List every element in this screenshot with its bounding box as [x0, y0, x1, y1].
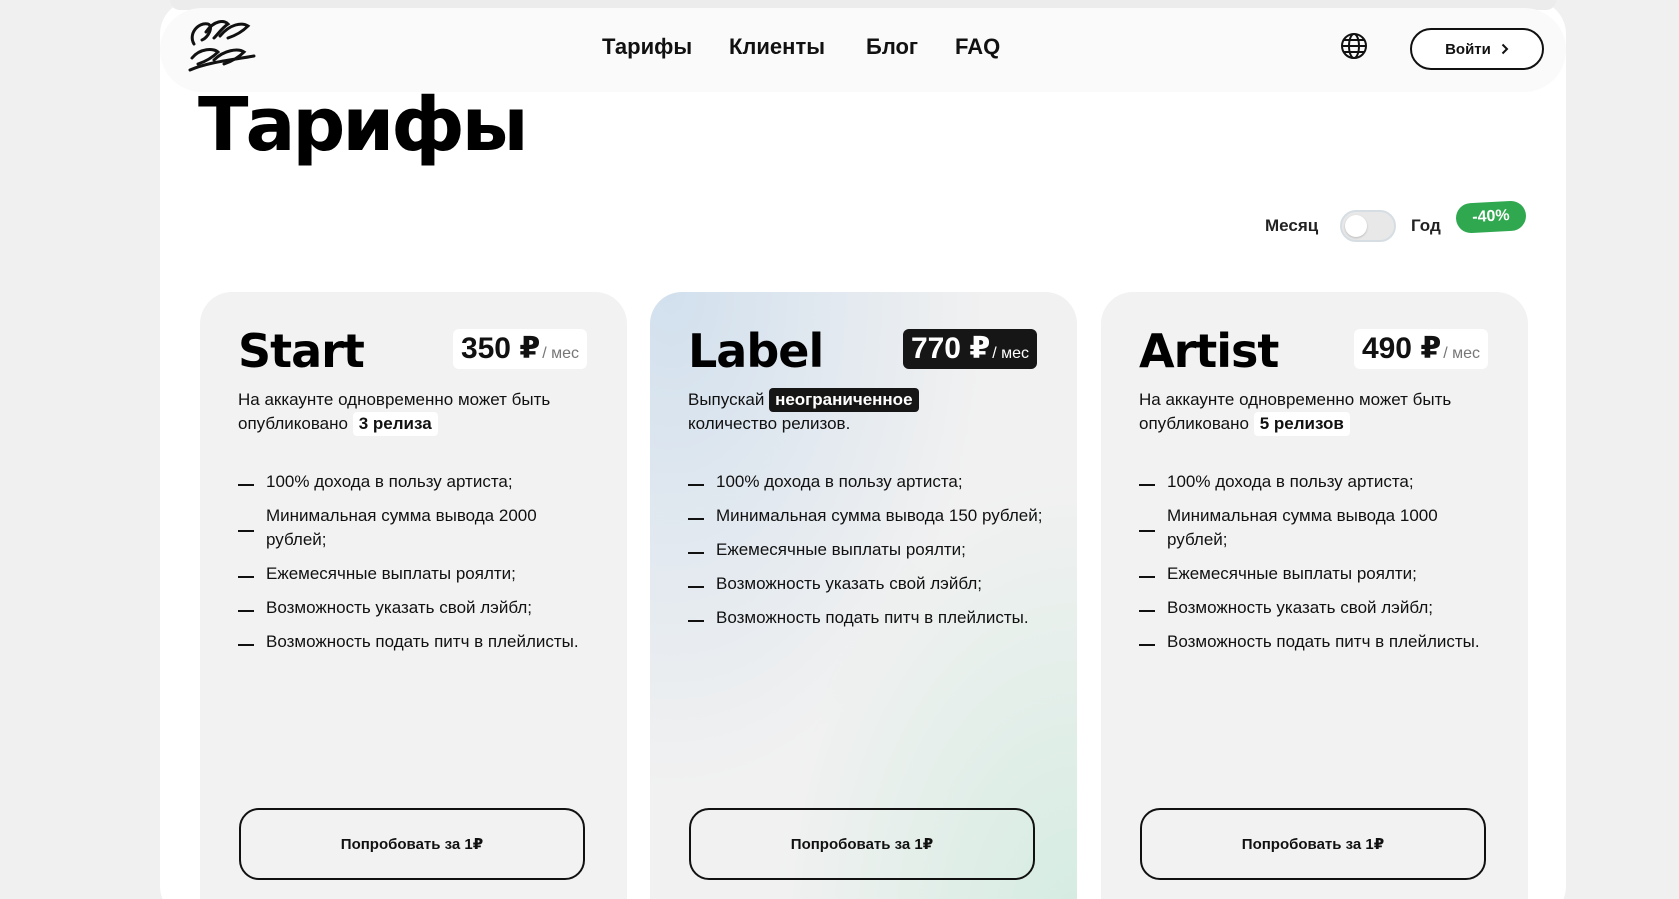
- nav-item-blog[interactable]: Блог: [866, 34, 918, 60]
- feature-list: 100% дохода в пользу артиста; Минимальна…: [688, 470, 1048, 640]
- price-period: / мес: [992, 345, 1029, 362]
- dash-icon: [1139, 484, 1155, 486]
- try-button-artist[interactable]: Попробовать за 1₽: [1140, 808, 1486, 880]
- dash-icon: [688, 518, 704, 520]
- chevron-right-icon: [1501, 43, 1509, 55]
- feature-text: Возможность подать питч в плейлисты.: [1167, 632, 1480, 651]
- feature-text: Минимальная сумма вывода 150 рублей;: [716, 506, 1043, 525]
- try-button-label[interactable]: Попробовать за 1₽: [689, 808, 1035, 880]
- dash-icon: [1139, 530, 1155, 532]
- feature-text: 100% дохода в пользу артиста;: [1167, 472, 1414, 491]
- year-label[interactable]: Год: [1411, 216, 1441, 236]
- try-button-start[interactable]: Попробовать за 1₽: [239, 808, 585, 880]
- dash-icon: [1139, 610, 1155, 612]
- dash-icon: [238, 644, 254, 646]
- feature-text: Возможность указать свой лэйбл;: [716, 574, 982, 593]
- dash-icon: [1139, 576, 1155, 578]
- desc-text: Выпускай: [688, 390, 765, 409]
- nav-item-faq[interactable]: FAQ: [955, 34, 1000, 60]
- feature-item: Возможность указать свой лэйбл;: [1139, 596, 1499, 620]
- month-label[interactable]: Месяц: [1265, 216, 1318, 236]
- dash-icon: [238, 530, 254, 532]
- feature-text: 100% дохода в пользу артиста;: [266, 472, 513, 491]
- nav-item-tariffs[interactable]: Тарифы: [602, 34, 692, 60]
- feature-text: Ежемесячные выплаты роялти;: [266, 564, 516, 583]
- plan-name: Label: [688, 324, 824, 378]
- billing-period-toggle[interactable]: [1340, 210, 1396, 242]
- plan-description: Выпускай неограниченное количество релиз…: [688, 388, 1048, 436]
- desc-highlight: 5 релизов: [1253, 412, 1350, 436]
- feature-list: 100% дохода в пользу артиста; Минимальна…: [238, 470, 598, 664]
- feature-text: Возможность подать питч в плейлисты.: [266, 632, 579, 651]
- price-tag: 490 ₽ / мес: [1353, 329, 1488, 369]
- plan-name: Artist: [1139, 324, 1279, 378]
- feature-item: Возможность подать питч в плейлисты.: [1139, 630, 1499, 654]
- feature-item: Ежемесячные выплаты роялти;: [1139, 562, 1499, 586]
- feature-item: Минимальная сумма вывода 1000 рублей;: [1139, 504, 1499, 552]
- feature-text: Ежемесячные выплаты роялти;: [716, 540, 966, 559]
- plan-description: На аккаунте одновременно может быть опуб…: [238, 388, 598, 436]
- feature-text: Минимальная сумма вывода 1000 рублей;: [1167, 506, 1438, 549]
- logo-icon[interactable]: [184, 14, 260, 78]
- page-title: Тарифы: [198, 82, 529, 168]
- feature-text: Ежемесячные выплаты роялти;: [1167, 564, 1417, 583]
- feature-text: Минимальная сумма вывода 2000 рублей;: [266, 506, 537, 549]
- login-label: Войти: [1445, 40, 1491, 58]
- price-tag: 770 ₽ / мес: [902, 329, 1037, 369]
- feature-item: Ежемесячные выплаты роялти;: [688, 538, 1048, 562]
- feature-item: Возможность указать свой лэйбл;: [688, 572, 1048, 596]
- feature-item: 100% дохода в пользу артиста;: [238, 470, 598, 494]
- feature-item: Возможность указать свой лэйбл;: [238, 596, 598, 620]
- feature-text: Возможность указать свой лэйбл;: [266, 598, 532, 617]
- nav-item-clients[interactable]: Клиенты: [729, 34, 825, 60]
- dash-icon: [238, 576, 254, 578]
- feature-item: Возможность подать питч в плейлисты.: [688, 606, 1048, 630]
- billing-toggle-row: Месяц Год -40%: [0, 200, 1679, 242]
- dash-icon: [688, 552, 704, 554]
- feature-item: 100% дохода в пользу артиста;: [688, 470, 1048, 494]
- price-period: / мес: [1443, 345, 1480, 362]
- feature-text: 100% дохода в пользу артиста;: [716, 472, 963, 491]
- price-tag: 350 ₽ / мес: [452, 329, 587, 369]
- globe-icon[interactable]: [1339, 31, 1369, 61]
- feature-item: Минимальная сумма вывода 2000 рублей;: [238, 504, 598, 552]
- price-amount: 490 ₽: [1361, 332, 1442, 365]
- login-button[interactable]: Войти: [1410, 28, 1544, 70]
- desc-text-after: количество релизов.: [688, 414, 851, 433]
- plan-card-artist: Artist 490 ₽ / мес На аккаунте одновреме…: [1101, 292, 1528, 899]
- dash-icon: [688, 586, 704, 588]
- desc-highlight: неограниченное: [769, 388, 919, 412]
- plan-card-label: Label 770 ₽ / мес Выпускай неограниченно…: [650, 292, 1077, 899]
- feature-item: Минимальная сумма вывода 150 рублей;: [688, 504, 1048, 528]
- desc-highlight: 3 релиза: [352, 412, 438, 436]
- feature-list: 100% дохода в пользу артиста; Минимальна…: [1139, 470, 1499, 664]
- dash-icon: [238, 484, 254, 486]
- feature-item: Возможность подать питч в плейлисты.: [238, 630, 598, 654]
- feature-text: Возможность указать свой лэйбл;: [1167, 598, 1433, 617]
- dash-icon: [688, 484, 704, 486]
- plan-card-start: Start 350 ₽ / мес На аккаунте одновремен…: [200, 292, 627, 899]
- feature-item: 100% дохода в пользу артиста;: [1139, 470, 1499, 494]
- feature-item: Ежемесячные выплаты роялти;: [238, 562, 598, 586]
- dash-icon: [238, 610, 254, 612]
- feature-text: Возможность подать питч в плейлисты.: [716, 608, 1029, 627]
- toggle-knob: [1345, 215, 1367, 237]
- dash-icon: [1139, 644, 1155, 646]
- discount-badge: -40%: [1455, 200, 1527, 234]
- plan-description: На аккаунте одновременно может быть опуб…: [1139, 388, 1499, 436]
- plan-name: Start: [238, 324, 365, 378]
- price-amount: 350 ₽: [460, 332, 541, 365]
- price-amount: 770 ₽: [910, 332, 991, 365]
- dash-icon: [688, 620, 704, 622]
- price-period: / мес: [542, 345, 579, 362]
